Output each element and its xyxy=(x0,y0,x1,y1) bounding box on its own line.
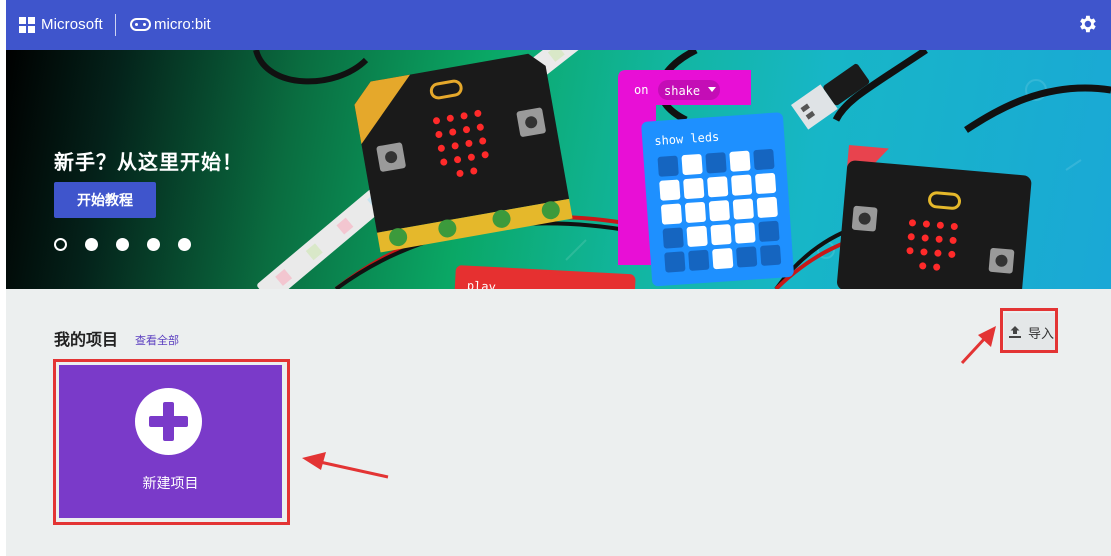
microsoft-logo-icon xyxy=(19,16,35,33)
carousel-dot-5[interactable] xyxy=(178,238,191,251)
my-projects-title: 我的项目 xyxy=(54,330,119,349)
microsoft-logo[interactable]: Microsoft xyxy=(19,16,103,33)
microsoft-label: Microsoft xyxy=(41,16,103,33)
start-tutorial-button[interactable]: 开始教程 xyxy=(54,182,156,218)
carousel-dot-2[interactable] xyxy=(85,238,98,251)
block-event-label: shake xyxy=(664,84,700,98)
hero-banner: on shake show leds play 新手？从这里开始！ 开始教程 xyxy=(6,50,1111,289)
block-play-label: play xyxy=(467,279,497,289)
arrow-to-new-project xyxy=(302,452,389,479)
header-divider xyxy=(115,14,116,36)
new-project-card[interactable]: 新建项目 xyxy=(59,365,282,518)
carousel-dot-3[interactable] xyxy=(116,238,129,251)
block-on-label: on xyxy=(634,83,648,97)
top-bar: Microsoft micro:bit xyxy=(6,0,1111,50)
carousel-dot-1[interactable] xyxy=(54,238,67,251)
view-all-link[interactable]: 查看全部 xyxy=(135,332,179,348)
microbit-logo[interactable]: micro:bit xyxy=(130,16,211,33)
new-project-label: 新建项目 xyxy=(142,476,199,492)
product-label: micro:bit xyxy=(154,16,211,33)
hero-title: 新手？从这里开始！ xyxy=(54,150,243,174)
microbit-icon xyxy=(130,18,151,31)
carousel-dot-4[interactable] xyxy=(147,238,160,251)
gear-icon[interactable] xyxy=(1076,13,1098,35)
plus-icon xyxy=(135,388,202,455)
import-annotation-box xyxy=(1000,308,1058,353)
carousel-indicators xyxy=(54,238,191,251)
arrow-to-import xyxy=(960,326,996,365)
